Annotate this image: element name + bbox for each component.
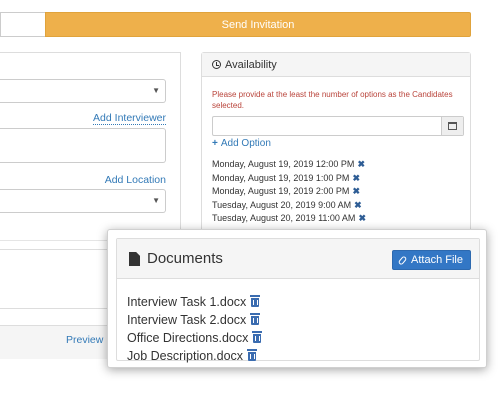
interviewers-field[interactable] (0, 128, 166, 163)
availability-title: Availability (225, 58, 277, 71)
slot-label: Monday, August 19, 2019 2:00 PM (212, 186, 350, 196)
send-invitation-bar: Send Invitation (0, 12, 471, 37)
date-time-input[interactable] (212, 116, 464, 136)
calendar-button[interactable] (441, 117, 463, 135)
documents-title: Documents (147, 250, 223, 267)
documents-panel: Documents Attach File Interview Task 1.d… (116, 238, 480, 363)
chevron-down-icon: ▼ (152, 86, 160, 95)
add-location-link[interactable]: Add Location (105, 174, 166, 186)
remove-icon[interactable]: ✖ (358, 213, 366, 223)
documents-card: Documents Attach File Interview Task 1.d… (107, 229, 487, 368)
document-name[interactable]: Office Directions.docx (127, 331, 248, 345)
location-select[interactable]: ▼ (0, 189, 166, 213)
file-icon (129, 252, 140, 266)
remove-icon[interactable]: ✖ (354, 200, 362, 210)
slot-label: Tuesday, August 20, 2019 11:00 AM (212, 213, 356, 223)
documents-header: Documents Attach File (117, 239, 479, 279)
trash-icon[interactable] (250, 295, 261, 307)
attach-file-label: Attach File (411, 254, 463, 266)
add-option-link[interactable]: + Add Option (212, 138, 271, 149)
remove-icon[interactable]: ✖ (352, 173, 360, 183)
document-name[interactable]: Interview Task 1.docx (127, 295, 246, 309)
availability-panel: Availability Please provide at the least… (201, 52, 471, 242)
availability-warning: Please provide at the least the number o… (212, 90, 453, 110)
remove-icon[interactable]: ✖ (357, 159, 365, 169)
send-bar-left-segment (0, 12, 45, 37)
send-invitation-button[interactable]: Send Invitation (45, 12, 471, 37)
paperclip-icon (397, 254, 408, 266)
availability-slot: Monday, August 19, 2019 12:00 PM ✖ (212, 158, 366, 172)
document-list: Interview Task 1.docx Interview Task 2.d… (127, 293, 263, 365)
chevron-down-icon: ▼ (152, 196, 160, 205)
clock-icon (212, 60, 221, 69)
calendar-icon (448, 122, 457, 130)
document-item: Job Description.docx (127, 347, 261, 365)
add-option-label: Add Option (220, 138, 271, 149)
slot-label: Monday, August 19, 2019 12:00 PM (212, 159, 355, 169)
availability-slot: Monday, August 19, 2019 2:00 PM ✖ (212, 185, 366, 199)
document-item: Interview Task 2.docx (127, 311, 261, 329)
attach-file-button[interactable]: Attach File (392, 250, 471, 270)
document-name[interactable]: Interview Task 2.docx (127, 313, 246, 327)
availability-slot: Tuesday, August 20, 2019 9:00 AM ✖ (212, 199, 366, 213)
trash-icon[interactable] (247, 349, 258, 361)
document-item: Office Directions.docx (127, 329, 263, 347)
availability-slot: Monday, August 19, 2019 1:00 PM ✖ (212, 172, 366, 186)
trash-icon[interactable] (250, 313, 261, 325)
availability-header: Availability (202, 53, 470, 77)
slot-label: Tuesday, August 20, 2019 9:00 AM (212, 199, 352, 210)
interviewer-select[interactable]: ▼ (0, 79, 166, 103)
add-interviewer-link[interactable]: Add Interviewer (93, 112, 166, 125)
availability-slot: Tuesday, August 20, 2019 11:00 AM ✖ (212, 212, 366, 226)
document-name[interactable]: Job Description.docx (127, 349, 243, 363)
slot-label: Monday, August 19, 2019 1:00 PM (212, 172, 350, 183)
remove-icon[interactable]: ✖ (352, 186, 360, 196)
document-item: Interview Task 1.docx (127, 293, 261, 311)
availability-slot-list: Monday, August 19, 2019 12:00 PM ✖ Monday… (212, 158, 366, 226)
plus-icon: + (212, 138, 218, 149)
trash-icon[interactable] (252, 331, 263, 343)
